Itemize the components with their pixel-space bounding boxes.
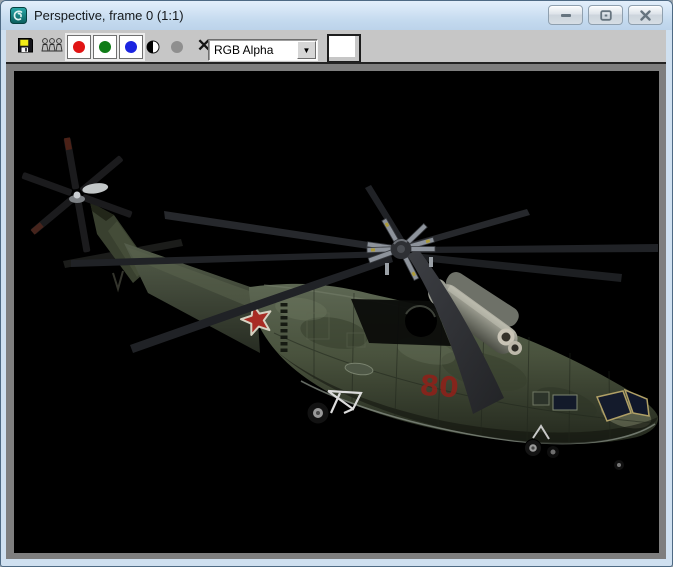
red-channel-button[interactable] bbox=[67, 35, 91, 59]
chevron-down-icon: ▼ bbox=[302, 45, 311, 55]
title-bar[interactable]: Perspective, frame 0 (1:1) bbox=[1, 1, 672, 30]
maximize-icon bbox=[599, 9, 612, 21]
close-icon bbox=[640, 9, 651, 21]
monochrome-icon bbox=[146, 40, 160, 54]
channel-display-select[interactable]: RGB Alpha ▼ bbox=[208, 39, 318, 61]
swatch-color bbox=[329, 36, 355, 57]
boom-antenna bbox=[112, 270, 124, 293]
viewport-frame: 80 bbox=[6, 62, 666, 559]
minimize-button[interactable] bbox=[548, 5, 583, 25]
rfw-toolbar: ✕ RGB Alpha ▼ bbox=[6, 30, 666, 63]
3dsmax-logo-icon bbox=[10, 7, 27, 24]
clone-window-icon bbox=[41, 38, 63, 52]
window-title: Perspective, frame 0 (1:1) bbox=[34, 8, 184, 23]
alpha-channel-icon bbox=[171, 41, 183, 53]
blue-channel-icon bbox=[125, 41, 137, 53]
red-channel-icon bbox=[73, 41, 85, 53]
window-controls bbox=[548, 5, 663, 25]
rendered-image: 80 bbox=[21, 137, 659, 470]
combo-dropdown-button[interactable]: ▼ bbox=[297, 41, 316, 59]
blue-channel-button[interactable] bbox=[119, 35, 143, 59]
render-canvas: 80 bbox=[14, 71, 659, 553]
minimize-icon bbox=[560, 14, 571, 17]
clone-rendered-frame-button[interactable] bbox=[41, 37, 63, 54]
channel-display-value: RGB Alpha bbox=[214, 43, 274, 57]
maximize-button[interactable] bbox=[588, 5, 623, 25]
green-channel-button[interactable] bbox=[93, 35, 117, 59]
close-button[interactable] bbox=[628, 5, 663, 25]
rendered-frame-window: Perspective, frame 0 (1:1) ✕ RGB Alpha ▼… bbox=[0, 0, 673, 567]
tail-number: 80 bbox=[419, 369, 460, 405]
green-channel-icon bbox=[99, 41, 111, 53]
alpha-channel-button[interactable] bbox=[170, 40, 184, 54]
background-color-swatch[interactable] bbox=[327, 34, 361, 63]
helicopter: 80 bbox=[21, 137, 659, 470]
floppy-disk-icon bbox=[18, 38, 33, 53]
monochrome-button[interactable] bbox=[146, 40, 160, 54]
save-image-button[interactable] bbox=[17, 37, 34, 54]
